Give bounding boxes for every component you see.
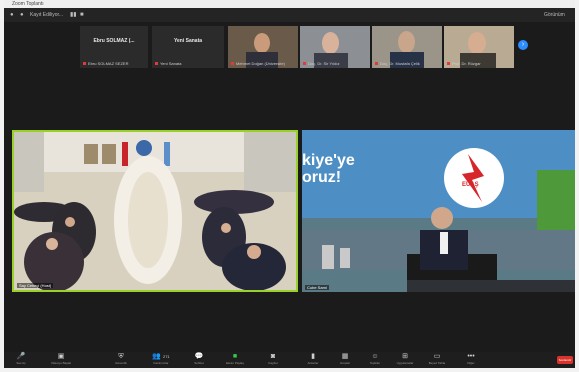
banner-text: kiye'ye oruz! [302, 152, 355, 186]
participant-name: Ebru SOLMAZ (... [93, 38, 135, 44]
participants-icon: 👥 271 [152, 353, 170, 360]
chat-button[interactable]: 💬 Sohbet [184, 353, 214, 367]
participant-video [322, 32, 339, 54]
participant-name: Yeni Sanata [173, 38, 203, 44]
reactions-button[interactable]: ☺ Tepkiler [360, 353, 390, 367]
more-icon: ••• [467, 353, 475, 360]
participant-video [398, 31, 415, 53]
top-toolbar: ● ● Kayıt Ediliyor... ▮▮ ■ Görünüm [4, 8, 575, 22]
muted-icon [83, 62, 86, 66]
view-button[interactable]: Görünüm [544, 10, 565, 20]
apps-icon: ⊞ [402, 353, 408, 360]
whiteboard-button[interactable]: ▭ Beyaz Tahta [422, 353, 452, 367]
next-page-arrow-icon[interactable]: › [518, 40, 528, 50]
chat-icon: 💬 [194, 353, 204, 360]
polls-button[interactable]: ▮ Anketler [298, 353, 328, 367]
record-button[interactable]: ◙ Kaydet [258, 353, 288, 367]
participant-label: Doç. Dr. Sir Yıldız [303, 61, 340, 66]
more-button[interactable]: ••• Diğer [456, 353, 486, 367]
recording-label: Kayıt Ediliyor... [30, 12, 64, 18]
meeting-room-video [14, 132, 296, 290]
shield-icon[interactable]: ● [10, 10, 14, 20]
participant-tile[interactable]: Doç. Dr. Sir Yıldız [300, 26, 370, 68]
window-title: Zoom Toplantı [12, 1, 44, 7]
participant-label: Prof. Dr. Rüzgar [447, 61, 481, 66]
participant-tile[interactable]: Mehmet Doğan (Üniversite) [228, 26, 298, 68]
video-icon: ▣ [57, 353, 65, 360]
share-icon: ■ [232, 353, 238, 360]
participant-label: Doç. Dr. Mustafa Çelik [375, 61, 420, 66]
security-icon: ⛨ [118, 353, 124, 360]
end-meeting-button[interactable]: Sonlandır [557, 356, 573, 364]
whiteboard-icon: ▭ [433, 353, 441, 360]
muted-icon [375, 62, 378, 66]
mic-icon: 🎤 [16, 353, 26, 360]
apps-button[interactable]: ⊞ Uygulamalar [390, 353, 420, 367]
mute-button[interactable]: 🎤 Ses Aç [6, 353, 36, 367]
stop-icon[interactable]: ■ [80, 10, 84, 20]
muted-icon [231, 62, 234, 66]
muted-icon [155, 62, 158, 66]
record-icon: ◙ [270, 353, 276, 360]
participant-video [468, 32, 486, 54]
reactions-icon: ☺ [371, 353, 379, 360]
participant-tile[interactable]: Yeni Sanata Yeni Sanata [152, 26, 224, 68]
participant-label: Mehmet Doğan (Üniversite) [231, 61, 285, 66]
info-icon[interactable]: ● [20, 10, 24, 20]
breakout-icon: ▦ [341, 353, 349, 360]
participant-label: Yeni Sanata [155, 61, 181, 66]
zoom-window: Zoom Toplantı ● ● Kayıt Ediliyor... ▮▮ ■… [4, 0, 575, 368]
participant-label: Ebru SOLMAZ SEZER [83, 61, 128, 66]
video-label: Say Cekeçi (Host) [17, 283, 54, 288]
muted-icon [303, 62, 306, 66]
participant-video [254, 33, 270, 53]
main-video-right[interactable]: kiye'ye oruz! EÜAŞ Cube Sami [302, 130, 575, 292]
participant-tile[interactable]: Prof. Dr. Rüzgar [444, 26, 514, 68]
security-button[interactable]: ⛨ Güvenlik [106, 353, 136, 367]
main-video-left[interactable]: Say Cekeçi (Host) [12, 130, 298, 292]
video-label: Cube Sami [305, 285, 329, 290]
video-button[interactable]: ▣ Videoyu Başlat [46, 353, 76, 367]
share-screen-button[interactable]: ■ Ekran Paylaş [220, 353, 250, 367]
polls-icon: ▮ [311, 353, 315, 360]
participant-tile[interactable]: Ebru SOLMAZ (... Ebru SOLMAZ SEZER [80, 26, 148, 68]
company-logo: EÜAŞ [462, 182, 479, 188]
title-bar: Zoom Toplantı [4, 0, 575, 8]
participant-tile[interactable]: Doç. Dr. Mustafa Çelik [372, 26, 442, 68]
pause-icon[interactable]: ▮▮ [70, 10, 77, 20]
muted-icon [447, 62, 450, 66]
participants-button[interactable]: 👥 271 Katılımcılar [146, 353, 176, 367]
meeting-controls: 🎤 Ses Aç ▣ Videoyu Başlat ⛨ Güvenlik 👥 271 K… [4, 352, 575, 368]
breakout-button[interactable]: ▦ Gruplar [330, 353, 360, 367]
